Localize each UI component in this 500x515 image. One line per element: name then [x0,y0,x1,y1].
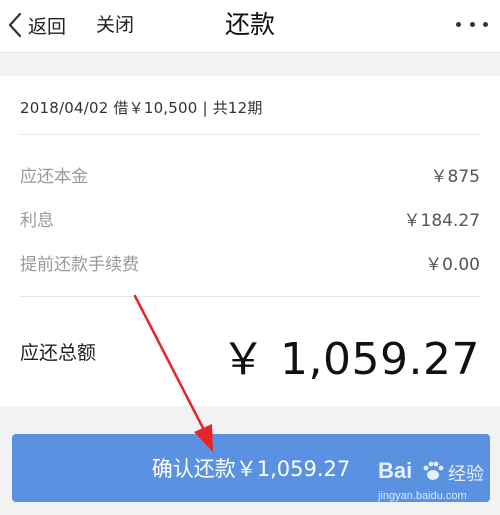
total-due-value: ￥ 1,059.27 [221,334,480,385]
more-dot-icon [469,21,475,27]
principal-value: ￥875 [430,167,480,187]
early-repayment-fee-value: ￥0.00 [425,255,480,275]
more-dot-icon [456,21,461,27]
interest-value: ￥184.27 [403,211,480,231]
confirm-repayment-label: 确认还款￥1,059.27 [151,457,351,481]
chevron-left-icon [8,12,22,38]
back-button[interactable]: 返回 [8,8,66,42]
navigation-bar: 返回 关闭 还款 [0,0,500,53]
confirm-repayment-button[interactable]: 确认还款￥1,059.27 [12,434,490,502]
divider [20,296,480,297]
interest-label: 利息 [20,211,54,231]
loan-summary: 2018/04/02 借￥10,500 | 共12期 [20,99,263,117]
early-repayment-fee-label: 提前还款手续费 [20,255,139,275]
repayment-details-card: 2018/04/02 借￥10,500 | 共12期 应还本金 ￥875 利息 … [0,76,500,406]
more-dot-icon [483,21,488,27]
page-title: 还款 [224,10,275,39]
close-button[interactable]: 关闭 [96,8,134,42]
total-due-label: 应还总额 [20,342,97,364]
more-options-button[interactable] [456,12,488,36]
principal-label: 应还本金 [20,167,88,187]
back-label: 返回 [28,15,67,38]
divider [20,134,480,135]
